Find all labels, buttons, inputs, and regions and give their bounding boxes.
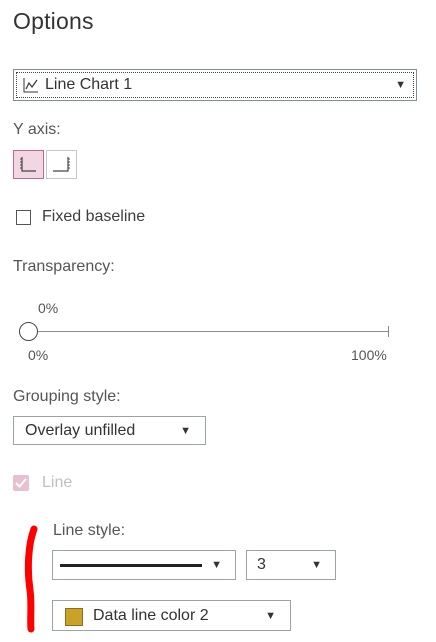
line-color-select[interactable]: Data line color 2 ▼ bbox=[52, 600, 291, 631]
chart-select[interactable]: Line Chart 1 ▼ bbox=[13, 69, 417, 101]
chevron-down-icon: ▼ bbox=[211, 559, 222, 571]
chevron-down-icon: ▼ bbox=[395, 79, 406, 91]
transparency-value: 0% bbox=[38, 300, 59, 316]
checkmark-icon bbox=[15, 478, 27, 488]
red-annotation-mark bbox=[24, 525, 38, 633]
line-checkbox[interactable] bbox=[13, 475, 29, 491]
slider-end-tick bbox=[388, 326, 389, 337]
chevron-down-icon: ▼ bbox=[311, 559, 322, 571]
color-swatch bbox=[65, 608, 83, 626]
right-axis-icon bbox=[53, 157, 70, 172]
line-width-value: 3 bbox=[257, 556, 266, 573]
line-checkbox-label: Line bbox=[42, 474, 73, 491]
line-width-select[interactable]: 3 ▼ bbox=[246, 550, 336, 580]
line-style-label: Line style: bbox=[53, 522, 126, 539]
grouping-style-value: Overlay unfilled bbox=[25, 422, 136, 439]
y-axis-label: Y axis: bbox=[13, 121, 61, 138]
panel-title: Options bbox=[13, 8, 94, 34]
y-axis-right-button[interactable] bbox=[46, 150, 77, 179]
line-chart-icon bbox=[23, 78, 38, 93]
slider-min-label: 0% bbox=[28, 347, 49, 363]
fixed-baseline-label: Fixed baseline bbox=[42, 208, 146, 225]
slider-max-label: 100% bbox=[351, 347, 387, 363]
chart-select-value: Line Chart 1 bbox=[45, 76, 133, 93]
chevron-down-icon: ▼ bbox=[265, 609, 276, 622]
left-axis-icon bbox=[20, 157, 36, 172]
fixed-baseline-checkbox[interactable] bbox=[16, 210, 31, 225]
transparency-slider-track[interactable] bbox=[29, 331, 389, 332]
grouping-style-select[interactable]: Overlay unfilled ▼ bbox=[13, 416, 206, 445]
line-color-value: Data line color 2 bbox=[93, 607, 209, 624]
transparency-slider-thumb[interactable] bbox=[19, 322, 38, 341]
solid-line-preview bbox=[60, 564, 202, 567]
chevron-down-icon: ▼ bbox=[180, 424, 191, 437]
grouping-style-label: Grouping style: bbox=[13, 388, 121, 405]
y-axis-left-button[interactable] bbox=[13, 150, 44, 179]
line-pattern-select[interactable]: ▼ bbox=[52, 550, 236, 580]
transparency-label: Transparency: bbox=[13, 258, 115, 275]
